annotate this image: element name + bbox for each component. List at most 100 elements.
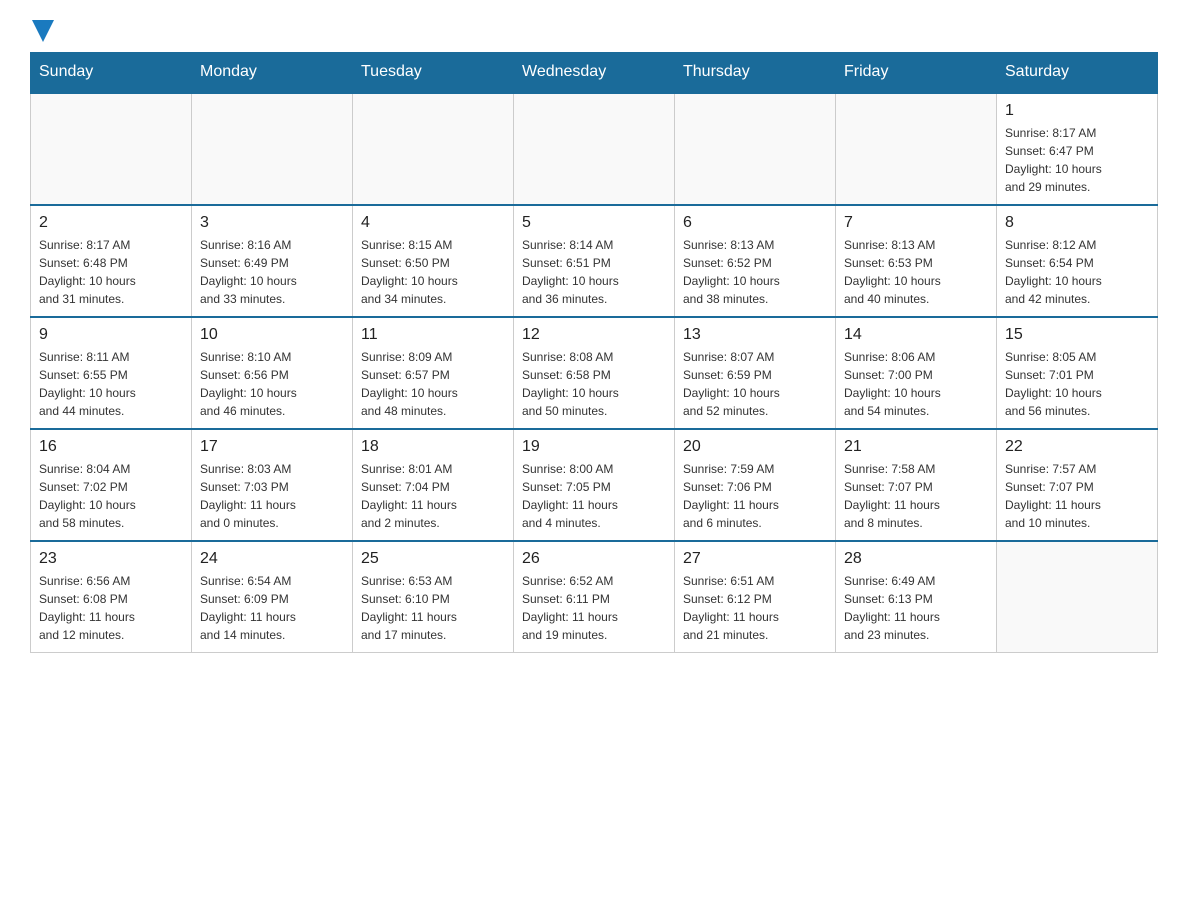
- calendar-cell: 12Sunrise: 8:08 AM Sunset: 6:58 PM Dayli…: [514, 317, 675, 429]
- weekday-header-tuesday: Tuesday: [353, 53, 514, 93]
- logo-arrow-icon: [32, 20, 54, 42]
- day-number: 4: [361, 214, 505, 232]
- day-info: Sunrise: 8:17 AM Sunset: 6:47 PM Dayligh…: [1005, 124, 1149, 196]
- day-number: 8: [1005, 214, 1149, 232]
- calendar-cell: 8 Sunrise: 8:12 AM Sunset: 6:54 PM Daylig…: [997, 205, 1158, 317]
- calendar-cell: 19 Sunrise: 8:00 AM Sunset: 7:05 PM Dayli…: [514, 429, 675, 541]
- day-number: 27: [683, 550, 827, 568]
- day-number: 9: [39, 326, 183, 344]
- calendar-cell: [836, 93, 997, 206]
- calendar-cell: 21 Sunrise: 7:58 AM Sunset: 7:07 PM Dayli…: [836, 429, 997, 541]
- day-info: Sunrise: 8:09 AM Sunset: 6:57 PM Dayligh…: [361, 348, 505, 420]
- weekday-header-sunday: Sunday: [31, 53, 192, 93]
- day-info: Sunrise: 8:06 AM Sunset: 7:00 PM Dayligh…: [844, 348, 988, 420]
- day-info: Sunrise: 7:57 AM Sunset: 7:07 PM Dayligh…: [1005, 460, 1149, 532]
- day-number: 12: [522, 326, 666, 344]
- day-info: Sunrise: 8:15 AM Sunset: 6:50 PM Dayligh…: [361, 236, 505, 308]
- calendar-cell: 13 Sunrise: 8:07 AM Sunset: 6:59 PM Dayli…: [675, 317, 836, 429]
- day-info: Sunrise: 8:12 AM Sunset: 6:54 PM Dayligh…: [1005, 236, 1149, 308]
- day-number: 3: [200, 214, 344, 232]
- day-number: 2: [39, 214, 183, 232]
- calendar-cell: [31, 93, 192, 206]
- day-info: Sunrise: 8:01 AM Sunset: 7:04 PM Dayligh…: [361, 460, 505, 532]
- day-info: Sunrise: 8:07 AM Sunset: 6:59 PM Dayligh…: [683, 348, 827, 420]
- calendar-cell: 11 Sunrise: 8:09 AM Sunset: 6:57 PM Dayli…: [353, 317, 514, 429]
- day-info: Sunrise: 6:54 AM Sunset: 6:09 PM Dayligh…: [200, 572, 344, 644]
- calendar-cell: 27 Sunrise: 6:51 AM Sunset: 6:12 PM Dayli…: [675, 541, 836, 653]
- day-info: Sunrise: 8:05 AM Sunset: 7:01 PM Dayligh…: [1005, 348, 1149, 420]
- calendar-week-row: 16 Sunrise: 8:04 AM Sunset: 7:02 PM Dayli…: [31, 429, 1158, 541]
- calendar-cell: 17 Sunrise: 8:03 AM Sunset: 7:03 PM Dayli…: [192, 429, 353, 541]
- calendar-cell: 28 Sunrise: 6:49 AM Sunset: 6:13 PM Dayli…: [836, 541, 997, 653]
- day-number: 24: [200, 550, 344, 568]
- calendar-cell: 10 Sunrise: 8:10 AM Sunset: 6:56 PM Dayli…: [192, 317, 353, 429]
- calendar-cell: 20 Sunrise: 7:59 AM Sunset: 7:06 PM Dayli…: [675, 429, 836, 541]
- calendar-week-row: 2 Sunrise: 8:17 AM Sunset: 6:48 PM Daylig…: [31, 205, 1158, 317]
- day-number: 7: [844, 214, 988, 232]
- calendar-cell: 3 Sunrise: 8:16 AM Sunset: 6:49 PM Daylig…: [192, 205, 353, 317]
- weekday-header-row: SundayMondayTuesdayWednesdayThursdayFrid…: [31, 53, 1158, 93]
- day-info: Sunrise: 8:03 AM Sunset: 7:03 PM Dayligh…: [200, 460, 344, 532]
- day-number: 21: [844, 438, 988, 456]
- day-number: 10: [200, 326, 344, 344]
- day-info: Sunrise: 8:14 AM Sunset: 6:51 PM Dayligh…: [522, 236, 666, 308]
- day-info: Sunrise: 8:04 AM Sunset: 7:02 PM Dayligh…: [39, 460, 183, 532]
- day-number: 17: [200, 438, 344, 456]
- page-header: [30, 20, 1158, 42]
- day-number: 25: [361, 550, 505, 568]
- calendar-cell: 1 Sunrise: 8:17 AM Sunset: 6:47 PM Daylig…: [997, 93, 1158, 206]
- calendar-cell: [192, 93, 353, 206]
- day-number: 18: [361, 438, 505, 456]
- day-number: 14: [844, 326, 988, 344]
- calendar-cell: 15 Sunrise: 8:05 AM Sunset: 7:01 PM Dayli…: [997, 317, 1158, 429]
- day-info: Sunrise: 8:17 AM Sunset: 6:48 PM Dayligh…: [39, 236, 183, 308]
- calendar-cell: 7 Sunrise: 8:13 AM Sunset: 6:53 PM Daylig…: [836, 205, 997, 317]
- day-info: Sunrise: 6:49 AM Sunset: 6:13 PM Dayligh…: [844, 572, 988, 644]
- calendar-week-row: 23Sunrise: 6:56 AM Sunset: 6:08 PM Dayli…: [31, 541, 1158, 653]
- day-info: Sunrise: 7:59 AM Sunset: 7:06 PM Dayligh…: [683, 460, 827, 532]
- day-number: 28: [844, 550, 988, 568]
- day-number: 23: [39, 550, 183, 568]
- day-number: 13: [683, 326, 827, 344]
- calendar-cell: [514, 93, 675, 206]
- weekday-header-wednesday: Wednesday: [514, 53, 675, 93]
- calendar-cell: 23Sunrise: 6:56 AM Sunset: 6:08 PM Dayli…: [31, 541, 192, 653]
- day-info: Sunrise: 8:11 AM Sunset: 6:55 PM Dayligh…: [39, 348, 183, 420]
- day-number: 6: [683, 214, 827, 232]
- day-number: 1: [1005, 102, 1149, 120]
- calendar-cell: 18 Sunrise: 8:01 AM Sunset: 7:04 PM Dayli…: [353, 429, 514, 541]
- calendar-week-row: 1 Sunrise: 8:17 AM Sunset: 6:47 PM Daylig…: [31, 93, 1158, 206]
- day-info: Sunrise: 8:16 AM Sunset: 6:49 PM Dayligh…: [200, 236, 344, 308]
- day-info: Sunrise: 8:13 AM Sunset: 6:53 PM Dayligh…: [844, 236, 988, 308]
- weekday-header-thursday: Thursday: [675, 53, 836, 93]
- calendar-cell: 25 Sunrise: 6:53 AM Sunset: 6:10 PM Dayli…: [353, 541, 514, 653]
- day-info: Sunrise: 8:10 AM Sunset: 6:56 PM Dayligh…: [200, 348, 344, 420]
- day-info: Sunrise: 6:52 AM Sunset: 6:11 PM Dayligh…: [522, 572, 666, 644]
- calendar-cell: [675, 93, 836, 206]
- day-info: Sunrise: 6:51 AM Sunset: 6:12 PM Dayligh…: [683, 572, 827, 644]
- calendar-cell: 2 Sunrise: 8:17 AM Sunset: 6:48 PM Daylig…: [31, 205, 192, 317]
- calendar-cell: [353, 93, 514, 206]
- weekday-header-friday: Friday: [836, 53, 997, 93]
- day-number: 11: [361, 326, 505, 344]
- day-number: 22: [1005, 438, 1149, 456]
- calendar-cell: 5Sunrise: 8:14 AM Sunset: 6:51 PM Daylig…: [514, 205, 675, 317]
- calendar-cell: [997, 541, 1158, 653]
- logo: [30, 20, 54, 42]
- day-info: Sunrise: 7:58 AM Sunset: 7:07 PM Dayligh…: [844, 460, 988, 532]
- day-number: 19: [522, 438, 666, 456]
- calendar-cell: 22 Sunrise: 7:57 AM Sunset: 7:07 PM Dayli…: [997, 429, 1158, 541]
- day-number: 16: [39, 438, 183, 456]
- weekday-header-monday: Monday: [192, 53, 353, 93]
- day-info: Sunrise: 6:53 AM Sunset: 6:10 PM Dayligh…: [361, 572, 505, 644]
- day-info: Sunrise: 8:13 AM Sunset: 6:52 PM Dayligh…: [683, 236, 827, 308]
- calendar-cell: 24 Sunrise: 6:54 AM Sunset: 6:09 PM Dayli…: [192, 541, 353, 653]
- day-number: 15: [1005, 326, 1149, 344]
- day-info: Sunrise: 8:00 AM Sunset: 7:05 PM Dayligh…: [522, 460, 666, 532]
- calendar-cell: 9 Sunrise: 8:11 AM Sunset: 6:55 PM Daylig…: [31, 317, 192, 429]
- calendar-cell: 4 Sunrise: 8:15 AM Sunset: 6:50 PM Daylig…: [353, 205, 514, 317]
- calendar-table: SundayMondayTuesdayWednesdayThursdayFrid…: [30, 52, 1158, 653]
- calendar-cell: 26Sunrise: 6:52 AM Sunset: 6:11 PM Dayli…: [514, 541, 675, 653]
- calendar-cell: 14 Sunrise: 8:06 AM Sunset: 7:00 PM Dayli…: [836, 317, 997, 429]
- day-number: 20: [683, 438, 827, 456]
